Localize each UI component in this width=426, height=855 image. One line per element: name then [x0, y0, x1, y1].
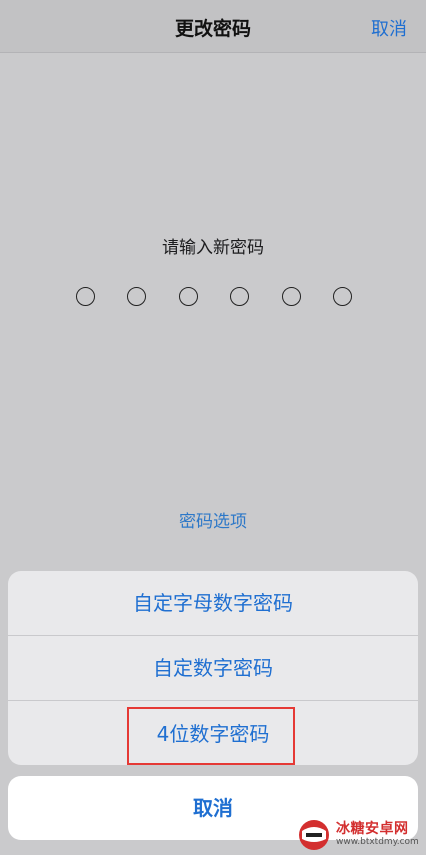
page-title: 更改密码	[174, 18, 251, 40]
passcode-dot	[281, 287, 301, 306]
watermark-name: 冰糖安卓网	[336, 821, 409, 837]
watermark-logo-icon	[299, 820, 329, 850]
highlight-annotation-box	[127, 707, 295, 765]
passcode-dot	[178, 287, 198, 306]
passcode-dots	[76, 287, 352, 311]
passcode-dot	[127, 287, 147, 306]
passcode-prompt: 请输入新密码	[162, 238, 264, 258]
passcode-dot	[76, 287, 95, 306]
option-custom-alphanumeric[interactable]: 自定字母数字密码	[8, 571, 418, 636]
passcode-dot	[230, 287, 250, 306]
watermark-url: www.btxtdmy.com	[336, 837, 419, 847]
passcode-options-link[interactable]: 密码选项	[0, 507, 426, 532]
watermark: 冰糖安卓网 www.btxtdmy.com	[296, 816, 424, 854]
nav-cancel-button[interactable]: 取消	[371, 15, 407, 41]
passcode-dot	[332, 287, 352, 306]
option-custom-numeric[interactable]: 自定数字密码	[8, 636, 418, 701]
nav-bar: 更改密码 取消	[0, 0, 426, 53]
